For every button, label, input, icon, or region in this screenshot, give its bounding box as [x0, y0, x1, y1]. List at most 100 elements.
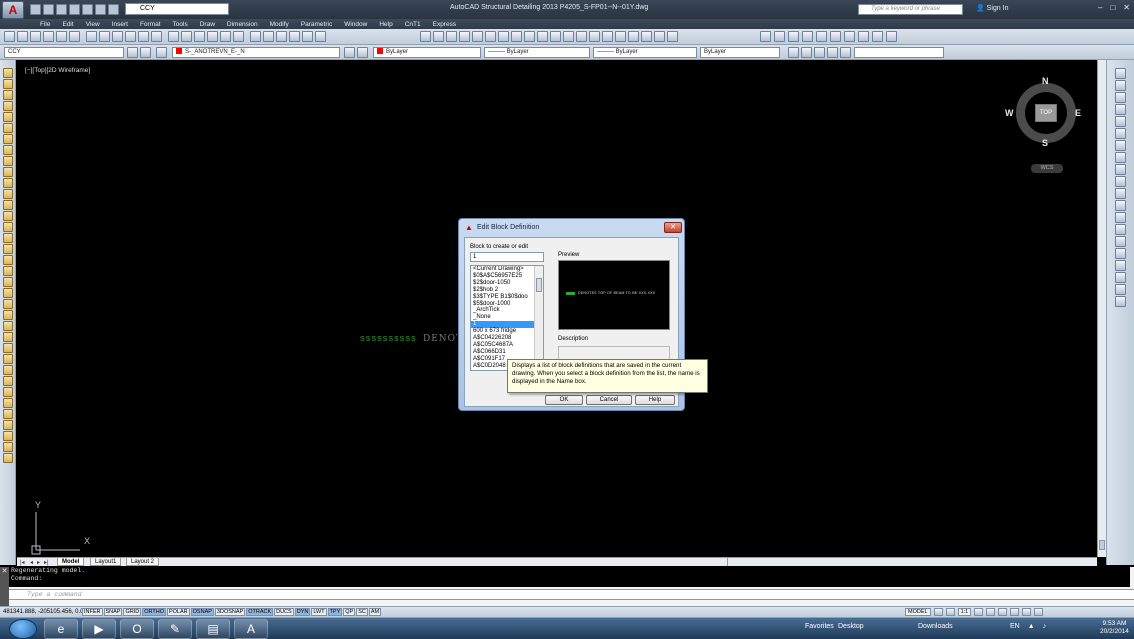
- layer-match-icon[interactable]: [774, 31, 785, 42]
- dim-angular-icon[interactable]: [511, 31, 522, 42]
- dim-diameter-icon[interactable]: [498, 31, 509, 42]
- block-name-input[interactable]: 1: [470, 252, 544, 262]
- properties-icon[interactable]: [233, 31, 244, 42]
- sheet-set-icon[interactable]: [276, 31, 287, 42]
- array-icon[interactable]: [3, 332, 13, 342]
- file-explorer-icon[interactable]: ▤: [196, 619, 230, 639]
- menu-tools[interactable]: Tools: [173, 21, 188, 28]
- open-icon[interactable]: [43, 3, 54, 15]
- pan-icon[interactable]: [181, 31, 192, 42]
- menu-window[interactable]: Window: [344, 21, 367, 28]
- multiline-text-icon[interactable]: [3, 266, 13, 276]
- save-icon[interactable]: [56, 3, 67, 15]
- annotation-scale-button[interactable]: 1:1: [957, 608, 972, 616]
- menu-dimension[interactable]: Dimension: [227, 21, 258, 28]
- dim-style-icon[interactable]: [844, 31, 855, 42]
- language-indicator[interactable]: EN: [1010, 623, 1020, 630]
- paint-icon[interactable]: ✎: [158, 619, 192, 639]
- toggle-snap[interactable]: SNAP: [103, 608, 123, 616]
- toggle-ducs[interactable]: DUCS: [274, 608, 294, 616]
- horizontal-scrollbar[interactable]: [727, 558, 1097, 566]
- gradient-icon[interactable]: [3, 233, 13, 243]
- undo-icon[interactable]: [95, 3, 106, 15]
- block-editor-icon[interactable]: [138, 31, 149, 42]
- menu-cnt1[interactable]: CnT1: [405, 21, 421, 28]
- hatch-icon[interactable]: [840, 47, 851, 58]
- dim-baseline-icon[interactable]: [537, 31, 548, 42]
- modify-blend-icon[interactable]: [1115, 260, 1126, 271]
- block-list-item[interactable]: 1: [471, 321, 543, 329]
- ellipse-icon[interactable]: [3, 167, 13, 177]
- lock-icon[interactable]: [998, 608, 1008, 616]
- toggle-tpy[interactable]: TPY: [327, 608, 343, 616]
- tab-layout2[interactable]: Layout 2: [126, 558, 160, 566]
- toggle-infer[interactable]: INFER: [82, 608, 103, 616]
- dim-text-edit-icon[interactable]: [654, 31, 665, 42]
- modify-rotate-icon[interactable]: [1115, 140, 1126, 151]
- dim-arc-icon[interactable]: [446, 31, 457, 42]
- toggle-qp[interactable]: QP: [343, 608, 356, 616]
- toggle-ortho[interactable]: ORTHO: [142, 608, 166, 616]
- layer-off-icon[interactable]: [788, 31, 799, 42]
- redo-icon[interactable]: [108, 3, 119, 15]
- block-icon[interactable]: [801, 47, 812, 58]
- modify-stretch-icon[interactable]: [1115, 164, 1126, 175]
- spline-icon[interactable]: [3, 156, 13, 166]
- menu-draw[interactable]: Draw: [200, 21, 215, 28]
- save-as-icon[interactable]: [69, 3, 80, 15]
- undo-icon[interactable]: [151, 31, 162, 42]
- wcs-menu[interactable]: WCS: [1031, 164, 1063, 173]
- hardware-acceleration-icon[interactable]: [1010, 608, 1020, 616]
- arc-icon[interactable]: [3, 123, 13, 133]
- volume-icon[interactable]: ♪: [1043, 623, 1047, 630]
- explode-icon[interactable]: [3, 453, 13, 463]
- markup-icon[interactable]: [289, 31, 300, 42]
- misc-dropdown[interactable]: [854, 47, 944, 58]
- tool-palettes-icon[interactable]: [263, 31, 274, 42]
- block-list-item[interactable]: $0$A$C56957E25: [471, 273, 543, 280]
- workspace-dropdown[interactable]: CCY: [125, 3, 229, 15]
- calculator-icon[interactable]: [302, 31, 313, 42]
- tab-layout1[interactable]: Layout1: [90, 558, 122, 566]
- insert-block-icon[interactable]: [3, 189, 13, 199]
- prev-tab-icon[interactable]: ◂: [30, 559, 33, 566]
- dim-inspect-icon[interactable]: [615, 31, 626, 42]
- multileader-icon[interactable]: [872, 31, 883, 42]
- trim-icon[interactable]: [3, 387, 13, 397]
- minimize-button[interactable]: –: [1098, 3, 1102, 12]
- block-list-item[interactable]: <Current Drawing>: [471, 266, 543, 273]
- field-icon[interactable]: [814, 47, 825, 58]
- menu-insert[interactable]: Insert: [112, 21, 128, 28]
- save-icon[interactable]: [30, 31, 41, 42]
- block-list-item[interactable]: 600 x 673 fridge: [471, 328, 543, 335]
- table-icon[interactable]: [3, 255, 13, 265]
- modify-scale-icon[interactable]: [1115, 152, 1126, 163]
- paste-icon[interactable]: [112, 31, 123, 42]
- toggle-3dosnap[interactable]: 3DOSNAP: [214, 608, 246, 616]
- add-selected-icon[interactable]: [3, 277, 13, 287]
- join-icon[interactable]: [3, 420, 13, 430]
- qnew-icon[interactable]: [4, 31, 15, 42]
- new-icon[interactable]: [30, 3, 41, 15]
- dim-edit-icon[interactable]: [641, 31, 652, 42]
- rotate-icon[interactable]: [3, 354, 13, 364]
- chamfer-icon[interactable]: [3, 431, 13, 441]
- dim-continue-icon[interactable]: [550, 31, 561, 42]
- modify-explode-icon[interactable]: [1115, 272, 1126, 283]
- hatch-icon[interactable]: [3, 222, 13, 232]
- dialog-close-button[interactable]: ✕: [664, 222, 682, 233]
- dim-update-icon[interactable]: [667, 31, 678, 42]
- design-center-icon[interactable]: [250, 31, 261, 42]
- preview-icon[interactable]: [56, 31, 67, 42]
- zoom-window-icon[interactable]: [207, 31, 218, 42]
- matchprop-icon[interactable]: [125, 31, 136, 42]
- circle-icon[interactable]: [3, 134, 13, 144]
- fillet-icon[interactable]: [3, 442, 13, 452]
- polygon-icon[interactable]: [3, 101, 13, 111]
- compass-north[interactable]: N: [1042, 76, 1049, 86]
- dim-break-icon[interactable]: [576, 31, 587, 42]
- toggle-osnap[interactable]: OSNAP: [190, 608, 214, 616]
- network-icon[interactable]: ▲: [1028, 623, 1035, 630]
- plot-icon[interactable]: [82, 3, 93, 15]
- layer-states-icon[interactable]: [140, 47, 151, 58]
